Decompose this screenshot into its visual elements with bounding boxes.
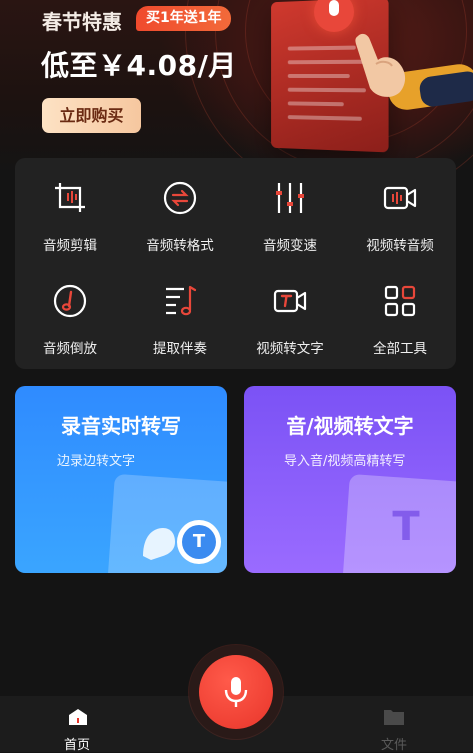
video-to-audio-icon [383, 186, 417, 210]
tab-label: 首页 [63, 738, 90, 753]
tab-files[interactable]: 文件 [364, 696, 424, 753]
card-title: 录音实时转写 [61, 414, 181, 438]
buy-now-button[interactable]: 立即购买 [42, 98, 141, 133]
realtime-transcribe-card[interactable]: 录音实时转写 边录边转文字 T [15, 386, 227, 573]
tool-label: 提取伴奏 [153, 341, 207, 357]
pointing-hand-icon [355, 33, 406, 97]
tool-label: 音频倒放 [43, 341, 97, 357]
tools-panel: 音频剪辑 音频转格式 音频变速 视频转音频 音频倒放 提取伴奏 视频转文字 全部… [15, 158, 456, 369]
chat-bubble-icon [143, 520, 221, 564]
video-transcribe-card[interactable]: 音/视频转文字 导入音/视频高精转写 T [244, 386, 456, 573]
tool-audio-edit[interactable]: 音频剪辑 [15, 168, 125, 258]
folder-icon [384, 710, 404, 725]
tool-video-to-text[interactable]: 视频转文字 [235, 271, 345, 361]
video-to-text-icon [273, 289, 307, 313]
tool-extract-accompaniment[interactable]: 提取伴奏 [125, 271, 235, 361]
tool-audio-speed[interactable]: 音频变速 [235, 168, 345, 258]
tool-all-tools[interactable]: 全部工具 [345, 271, 455, 361]
tab-label: 文件 [380, 738, 407, 753]
record-button[interactable] [199, 655, 273, 729]
tool-video-to-audio[interactable]: 视频转音频 [345, 168, 455, 258]
tool-label: 音频转格式 [146, 238, 214, 254]
text-t-icon: T [192, 531, 206, 552]
all-tools-grid-icon [384, 285, 416, 317]
format-convert-icon [163, 181, 197, 215]
tool-label: 全部工具 [373, 341, 427, 357]
promo-title: 春节特惠 [42, 10, 122, 34]
microphone-icon [224, 677, 248, 707]
promo-banner[interactable]: 春节特惠 买1年送1年 低至￥4.08/月 立即购买 [0, 0, 473, 175]
text-t-icon: T [392, 504, 420, 550]
promo-badge: 买1年送1年 [136, 6, 232, 31]
tab-home[interactable]: 首页 [47, 696, 107, 753]
extract-accompaniment-icon [166, 285, 197, 316]
home-icon [69, 709, 87, 725]
card-title: 音/视频转文字 [286, 414, 414, 438]
card-subtitle: 导入音/视频高精转写 [284, 454, 406, 469]
speed-sliders-icon [276, 183, 304, 213]
tool-audio-reverse[interactable]: 音频倒放 [15, 271, 125, 361]
tool-label: 视频转音频 [366, 238, 434, 254]
reverse-note-icon [53, 284, 87, 318]
tool-audio-format[interactable]: 音频转格式 [125, 168, 235, 258]
card-subtitle: 边录边转文字 [57, 454, 136, 469]
tool-label: 视频转文字 [256, 341, 324, 357]
tool-label: 音频剪辑 [43, 238, 97, 254]
audio-crop-icon [55, 183, 85, 212]
promo-price: 低至￥4.08/月 [41, 49, 237, 82]
tool-label: 音频变速 [263, 238, 317, 254]
